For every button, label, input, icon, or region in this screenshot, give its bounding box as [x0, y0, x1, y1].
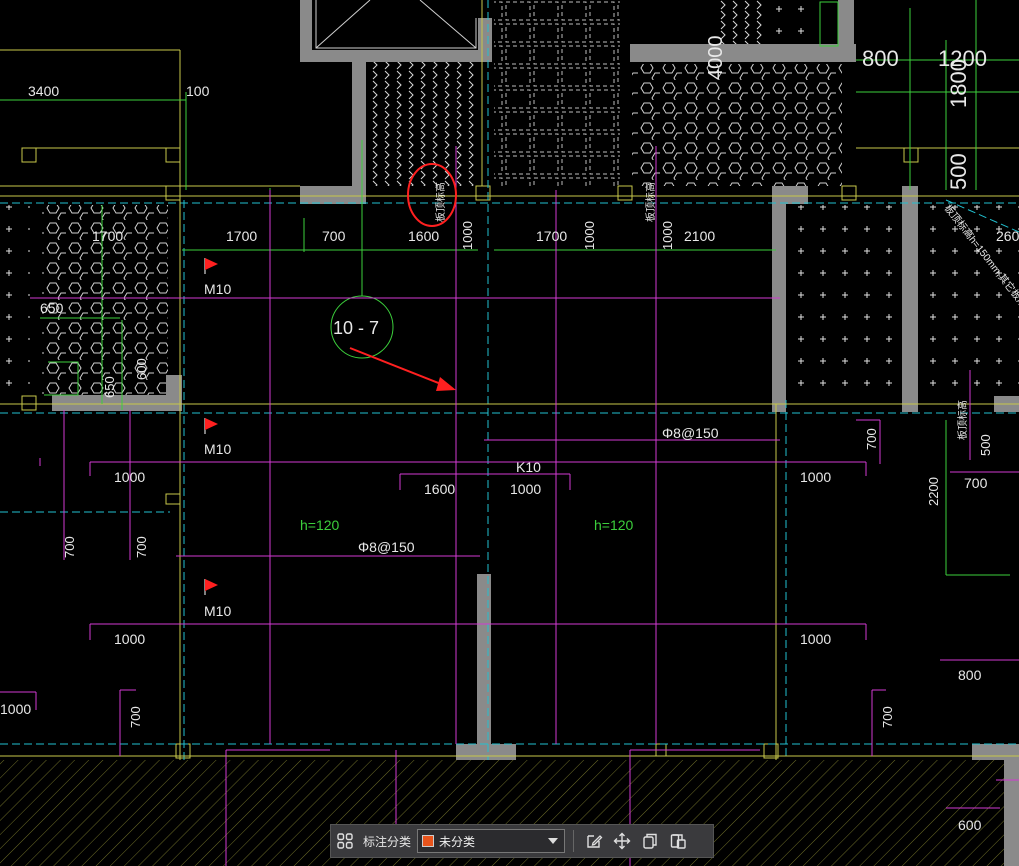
svg-text:1000: 1000 — [0, 701, 31, 717]
copy-icon — [643, 833, 657, 849]
move-button[interactable] — [608, 827, 636, 855]
toolbar-divider — [573, 830, 575, 852]
svg-text:700: 700 — [128, 706, 143, 728]
copy-button[interactable] — [636, 827, 664, 855]
svg-text:1000: 1000 — [114, 631, 145, 647]
svg-text:1000: 1000 — [460, 221, 475, 250]
svg-text:4000: 4000 — [705, 36, 727, 81]
annotation-toolbar: 标注分类 未分类 — [330, 824, 714, 858]
cad-drawing-canvas[interactable]: M10 M10 M10 10 - 7 K10 Φ8@150 Φ8@150 340… — [0, 0, 1019, 866]
svg-text:700: 700 — [864, 428, 879, 450]
plus-pattern-block-right — [788, 205, 902, 395]
category-color-swatch — [422, 835, 435, 847]
slab-thickness-label: h=120 — [594, 517, 634, 533]
grid-view-button[interactable] — [331, 827, 359, 855]
svg-text:1000: 1000 — [582, 221, 597, 250]
door-label: M10 — [204, 441, 231, 457]
svg-text:1000: 1000 — [510, 481, 541, 497]
edit-button[interactable] — [580, 827, 608, 855]
paste-icon — [670, 834, 686, 849]
grid-pattern-block — [494, 0, 620, 186]
vertical-note: 板顶标高 — [434, 182, 447, 222]
svg-text:1000: 1000 — [660, 221, 675, 250]
chevron-down-icon — [548, 838, 559, 844]
flag-icon — [204, 258, 218, 274]
plus-pattern-block-left — [0, 205, 30, 395]
door-label: M10 — [204, 603, 231, 619]
svg-text:650: 650 — [40, 300, 64, 316]
svg-text:100: 100 — [186, 83, 210, 99]
category-dropdown[interactable]: 未分类 — [417, 829, 566, 853]
slab-code: K10 — [516, 459, 541, 475]
vertical-note: 板顶标高 — [956, 400, 969, 440]
svg-text:700: 700 — [880, 706, 895, 728]
svg-text:1700: 1700 — [536, 228, 567, 244]
category-selected-value: 未分类 — [439, 834, 476, 849]
door-label: M10 — [204, 281, 231, 297]
svg-text:1000: 1000 — [800, 631, 831, 647]
slab-thickness-label: h=120 — [300, 517, 340, 533]
svg-text:500: 500 — [946, 153, 971, 190]
hex-pattern-block-top — [632, 64, 842, 186]
svg-text:2100: 2100 — [684, 228, 715, 244]
svg-text:1700: 1700 — [226, 228, 257, 244]
svg-text:1600: 1600 — [424, 481, 455, 497]
svg-text:500: 500 — [978, 434, 993, 456]
svg-text:800: 800 — [862, 46, 899, 71]
red-arrow — [349, 347, 456, 391]
svg-text:700: 700 — [322, 228, 346, 244]
category-label: 标注分类 — [363, 834, 412, 849]
svg-text:1700: 1700 — [92, 228, 123, 244]
svg-text:1600: 1600 — [408, 228, 439, 244]
edit-icon — [587, 835, 603, 848]
rebar-label: Φ8@150 — [662, 425, 719, 441]
svg-text:700: 700 — [62, 536, 77, 558]
svg-text:600: 600 — [134, 358, 149, 380]
grid-icon — [337, 833, 353, 849]
flag-icon — [204, 579, 218, 595]
svg-text:800: 800 — [958, 667, 982, 683]
svg-text:650: 650 — [102, 376, 117, 398]
svg-text:700: 700 — [134, 536, 149, 558]
paste-button[interactable] — [664, 827, 692, 855]
flag-icon — [204, 418, 218, 434]
svg-text:1800: 1800 — [946, 59, 971, 108]
svg-text:1000: 1000 — [114, 469, 145, 485]
svg-text:600: 600 — [958, 817, 982, 833]
svg-text:2600: 2600 — [996, 228, 1019, 244]
vertical-note: 板顶标高 — [644, 182, 657, 222]
door-flag-markers — [204, 258, 218, 595]
move-icon — [613, 832, 631, 850]
svg-text:700: 700 — [964, 475, 988, 491]
rebar-label: Φ8@150 — [358, 539, 415, 555]
svg-text:1000: 1000 — [800, 469, 831, 485]
svg-text:3400: 3400 — [28, 83, 59, 99]
svg-text:2200: 2200 — [926, 477, 941, 506]
callout-text: 10 - 7 — [333, 318, 379, 338]
